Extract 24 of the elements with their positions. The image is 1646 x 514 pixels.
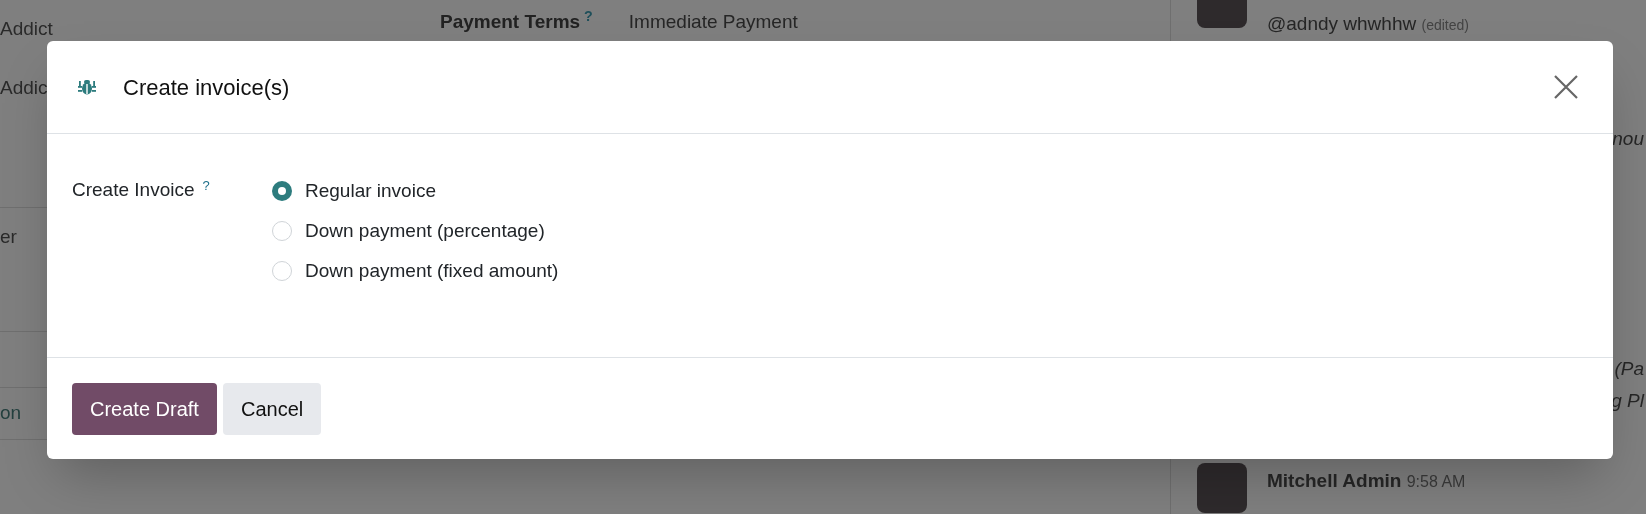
create-draft-button[interactable]: Create Draft (72, 382, 217, 435)
background-text: nou (1612, 128, 1644, 150)
edited-note: (edited) (1421, 17, 1469, 33)
message-time: 9:58 AM (1406, 473, 1466, 490)
background-text: Addic (0, 75, 48, 100)
field-label: Payment Terms $^{?}$ (440, 8, 593, 34)
background-text: er (0, 224, 17, 249)
radio-option[interactable]: Regular invoice (272, 176, 559, 206)
radio-button[interactable] (272, 221, 292, 241)
author-name: Mitchell Admin (1267, 470, 1402, 491)
field-label: Create Invoice $^{?}$ (72, 176, 211, 202)
radio-option[interactable]: Down payment (fixed amount) (272, 256, 559, 286)
avatar (1197, 463, 1247, 513)
field-value: Immediate Payment (628, 10, 798, 34)
background-text: (Pa (1614, 358, 1644, 380)
dialog-title: Create invoice(s) (123, 73, 290, 102)
cancel-button[interactable]: Cancel (222, 382, 322, 435)
bug-icon (77, 77, 97, 97)
background-text: on (0, 401, 22, 426)
background-text: Addict (0, 18, 53, 40)
author-name: @adndy whwhhw (1267, 13, 1417, 34)
radio-button[interactable] (272, 261, 292, 281)
radio-option[interactable]: Down payment (percentage) (272, 216, 559, 246)
radio-button[interactable] (272, 181, 292, 201)
